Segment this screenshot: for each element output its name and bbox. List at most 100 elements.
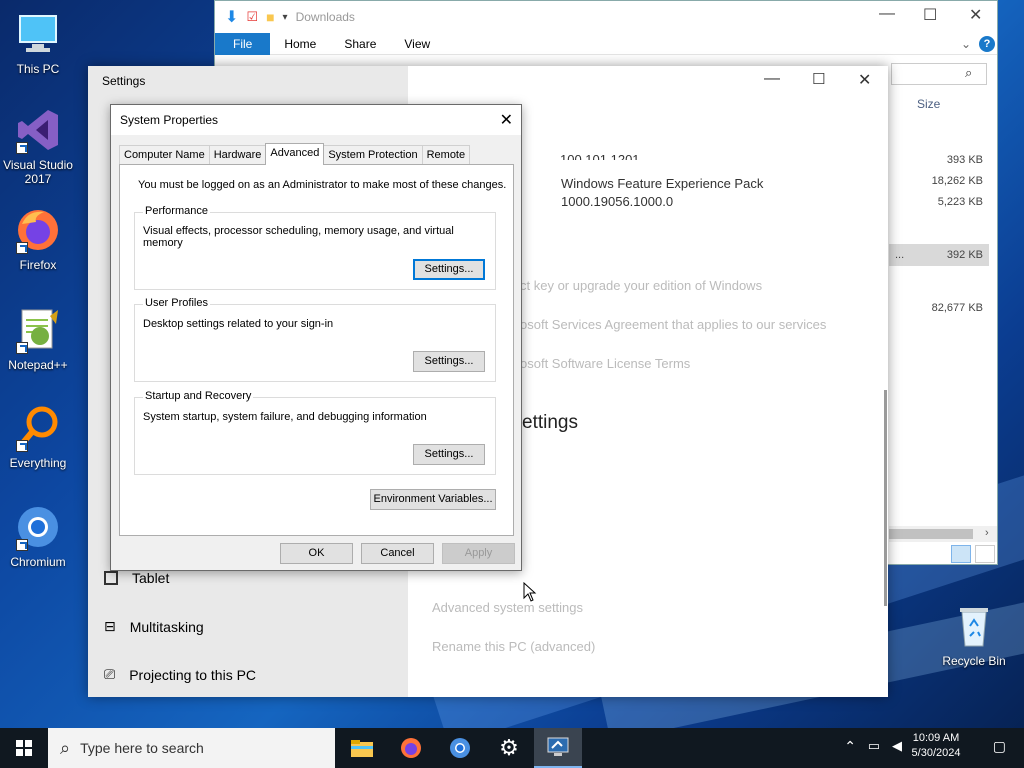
tablet-icon (104, 571, 118, 585)
dialog-title: System Properties (120, 113, 219, 127)
search-placeholder: Type here to search (80, 740, 204, 756)
taskbar-file-explorer[interactable] (338, 728, 386, 768)
nav-item-label: Projecting to this PC (129, 666, 257, 683)
windows-logo-icon (16, 740, 32, 756)
file-size: 392 KB (946, 249, 983, 261)
horizontal-scroll-thumb[interactable] (889, 529, 973, 539)
show-hidden-icons-icon[interactable]: ⌃ (844, 738, 856, 755)
system-properties-dialog[interactable]: System Properties ✕ Computer Name Hardwa… (110, 104, 522, 571)
desktop-icon-firefox[interactable]: Firefox (0, 206, 76, 272)
performance-settings-button[interactable]: Settings... (413, 259, 485, 280)
desktop-icon-recycle-bin[interactable]: Recycle Bin (936, 602, 1012, 668)
maximize-icon[interactable]: ☐ (923, 5, 937, 25)
folder-icon[interactable]: ■ (266, 9, 274, 25)
shortcut-arrow-icon (16, 440, 28, 452)
group-title: User Profiles (143, 297, 210, 309)
desktop-icon-label: This PC (16, 62, 60, 76)
link-rename-pc[interactable]: Rename this PC (advanced) (432, 639, 595, 654)
link-advanced-system-settings[interactable]: Advanced system settings (432, 600, 583, 615)
ok-button[interactable]: OK (280, 543, 353, 564)
desktop-icon-everything[interactable]: Everything (0, 404, 76, 470)
cancel-button[interactable]: Cancel (361, 543, 434, 564)
tab-computer-name[interactable]: Computer Name (119, 145, 210, 165)
help-icon[interactable]: ? (979, 35, 995, 52)
tab-remote[interactable]: Remote (421, 145, 471, 165)
gear-icon: ⚙ (499, 735, 519, 760)
link-change-product-key[interactable]: ct key or upgrade your edition of Window… (520, 278, 762, 293)
visual-studio-icon (14, 106, 62, 154)
notepad-plus-plus-icon (14, 306, 62, 354)
file-size: 82,677 KB (931, 302, 983, 314)
scroll-right-icon[interactable]: › (985, 527, 989, 539)
ribbon-tab-file[interactable]: File (215, 32, 271, 55)
close-icon[interactable]: ✕ (858, 70, 871, 90)
network-icon[interactable]: ▭ (868, 738, 880, 754)
group-description: Visual effects, processor scheduling, me… (143, 225, 454, 249)
ribbon-expand-icon[interactable]: ⌄ (961, 37, 971, 51)
large-icons-view-icon[interactable] (975, 545, 995, 563)
ribbon-tab-view[interactable]: View (390, 33, 444, 55)
taskbar-firefox[interactable] (387, 728, 435, 768)
desktop-icon-label: Chromium (10, 555, 66, 569)
tab-advanced[interactable]: Advanced (265, 143, 325, 165)
search-icon[interactable]: ⌕ (965, 65, 972, 81)
column-header-size[interactable]: Size (917, 97, 940, 111)
ribbon-tab-home[interactable]: Home (270, 33, 330, 55)
recycle-bin-icon (950, 602, 998, 650)
taskbar-system-properties[interactable] (534, 728, 582, 768)
shortcut-arrow-icon (16, 242, 28, 254)
group-title: Startup and Recovery (143, 390, 254, 402)
close-icon[interactable]: ✕ (969, 5, 982, 25)
dialog-titlebar: System Properties ✕ (111, 105, 521, 135)
tab-hardware[interactable]: Hardware (208, 145, 267, 165)
admin-note: You must be logged on as an Administrato… (138, 179, 507, 191)
download-arrow-icon: ⬇ (225, 9, 239, 26)
explorer-ribbon: File Home Share View ⌄ ? (215, 32, 997, 55)
minimize-icon[interactable]: — (879, 5, 895, 23)
related-settings-heading: ettings (522, 412, 578, 433)
vertical-scrollbar[interactable] (884, 390, 887, 606)
performance-group: Performance Visual effects, processor sc… (134, 205, 496, 290)
file-size: 393 KB (946, 154, 983, 166)
clock-date: 5/30/2024 (911, 747, 961, 759)
shortcut-arrow-icon (16, 142, 28, 154)
taskbar-search-box[interactable]: ⌕ Type here to search (48, 728, 335, 768)
desktop-icon-chromium[interactable]: Chromium (0, 503, 76, 569)
properties-icon[interactable]: ☑ (246, 9, 258, 25)
link-license-terms[interactable]: osoft Software License Terms (520, 356, 690, 371)
user-profiles-group: User Profiles Desktop settings related t… (134, 297, 496, 382)
desktop-icon-this-pc[interactable]: This PC (0, 10, 76, 76)
start-button[interactable] (0, 728, 48, 768)
maximize-icon[interactable]: ☐ (812, 70, 825, 88)
link-services-agreement[interactable]: osoft Services Agreement that applies to… (520, 317, 826, 332)
user-profiles-settings-button[interactable]: Settings... (413, 351, 485, 372)
notifications-icon[interactable]: ▢ (993, 738, 1006, 755)
taskbar-settings[interactable]: ⚙ (485, 728, 533, 768)
nav-item-projecting[interactable]: ⎚ Projecting to this PC (104, 666, 256, 683)
explorer-search-box[interactable] (891, 63, 987, 85)
chromium-icon (14, 503, 62, 551)
quick-access-dropdown-icon[interactable]: ▾ (283, 12, 288, 23)
apply-button[interactable]: Apply (442, 543, 515, 564)
environment-variables-button[interactable]: Environment Variables... (370, 489, 496, 510)
multitasking-icon: ⊟ (104, 618, 116, 634)
nav-item-multitasking[interactable]: ⊟ Multitasking (104, 618, 204, 635)
shortcut-arrow-icon (16, 539, 28, 551)
volume-muted-icon[interactable]: ◀ (892, 738, 902, 754)
details-view-icon[interactable] (951, 545, 971, 563)
tab-strip: Computer Name Hardware Advanced System P… (119, 143, 471, 165)
minimize-icon[interactable]: — (764, 70, 780, 88)
desktop-icon-notepad-plus-plus[interactable]: Notepad++ (0, 306, 76, 372)
desktop-icon-visual-studio[interactable]: Visual Studio 2017 (0, 106, 76, 186)
startup-settings-button[interactable]: Settings... (413, 444, 485, 465)
taskbar: ⌕ Type here to search ⚙ ⌃ ▭ ◀ 10:09 AM 5… (0, 728, 1024, 768)
taskbar-chromium[interactable] (436, 728, 484, 768)
close-icon[interactable]: ✕ (500, 110, 513, 130)
nav-item-tablet[interactable]: Tablet (104, 570, 169, 586)
clock[interactable]: 10:09 AM 5/30/2024 (906, 732, 966, 759)
ribbon-tab-share[interactable]: Share (330, 33, 390, 55)
file-size: 5,223 KB (937, 196, 983, 208)
search-icon: ⌕ (60, 737, 71, 758)
feature-pack-name: Windows Feature Experience Pack (561, 176, 764, 191)
tab-system-protection[interactable]: System Protection (323, 145, 423, 165)
